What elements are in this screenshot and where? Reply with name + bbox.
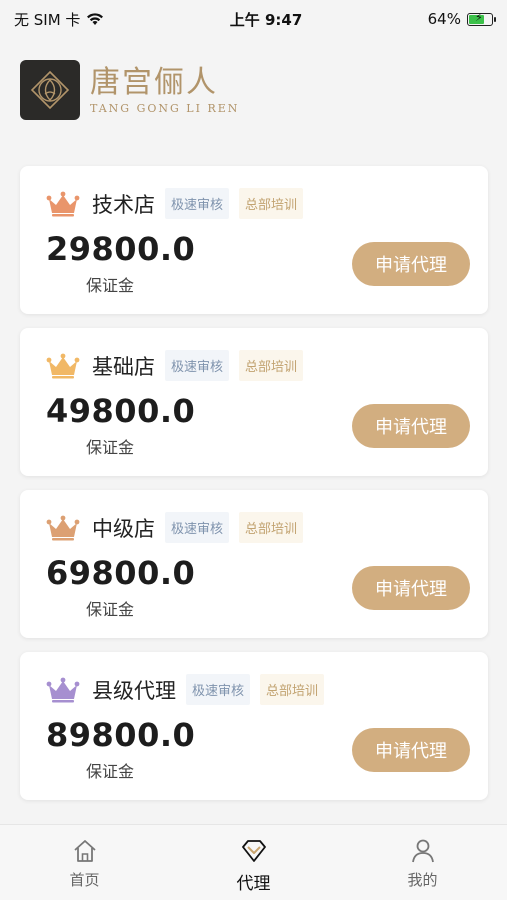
plan-card: 基础店 极速审核 总部培训 49800.0 保证金 申请代理 bbox=[20, 328, 488, 476]
brand-name-cn: 唐宫俪人 bbox=[90, 64, 218, 100]
plan-card: 技术店 极速审核 总部培训 29800.0 保证金 申请代理 bbox=[20, 166, 488, 314]
apply-agent-button[interactable]: 申请代理 bbox=[352, 566, 470, 610]
plan-title: 技术店 bbox=[92, 192, 155, 217]
plan-title: 县级代理 bbox=[92, 678, 176, 703]
hq-training-tag: 总部培训 bbox=[239, 188, 304, 219]
wifi-icon bbox=[87, 13, 104, 25]
tab-mine[interactable]: 我的 bbox=[363, 837, 483, 890]
plan-card: 县级代理 极速审核 总部培训 89800.0 保证金 申请代理 bbox=[20, 652, 488, 800]
tab-home[interactable]: 首页 bbox=[25, 837, 145, 890]
status-left: 无 SIM 卡 bbox=[14, 9, 104, 30]
hq-training-tag: 总部培训 bbox=[239, 512, 304, 543]
plan-price: 49800.0 bbox=[46, 392, 196, 430]
brand-header: 唐宫俪人 TANG GONG LI REN bbox=[20, 60, 239, 120]
hq-training-tag: 总部培训 bbox=[260, 674, 325, 705]
plan-title: 基础店 bbox=[92, 354, 155, 379]
user-icon bbox=[411, 839, 434, 863]
plan-price-label: 保证金 bbox=[86, 438, 135, 457]
status-right: 64% ⚡ bbox=[427, 10, 496, 28]
bottom-tab-bar: 首页 代理 我的 bbox=[0, 824, 507, 900]
plan-price-label: 保证金 bbox=[86, 762, 135, 781]
apply-agent-button[interactable]: 申请代理 bbox=[352, 242, 470, 286]
plan-price: 29800.0 bbox=[46, 230, 196, 268]
fast-review-tag: 极速审核 bbox=[165, 350, 230, 381]
brand-logo-icon bbox=[20, 60, 80, 120]
tab-agent-label: 代理 bbox=[236, 874, 271, 894]
hq-training-tag: 总部培训 bbox=[239, 350, 304, 381]
plan-title: 中级店 bbox=[92, 516, 155, 541]
plan-card-header: 基础店 极速审核 总部培训 bbox=[46, 350, 313, 381]
brand-name: 唐宫俪人 TANG GONG LI REN bbox=[90, 64, 240, 115]
tab-agent[interactable]: 代理 bbox=[194, 837, 314, 894]
tab-home-label: 首页 bbox=[69, 871, 100, 889]
battery-icon: ⚡ bbox=[466, 10, 496, 26]
fast-review-tag: 极速审核 bbox=[165, 188, 230, 219]
crown-icon bbox=[46, 515, 80, 540]
status-bar: 无 SIM 卡 上午 9:47 64% ⚡ bbox=[0, 0, 507, 38]
carrier-label: 无 SIM 卡 bbox=[14, 10, 81, 29]
plan-card-header: 中级店 极速审核 总部培训 bbox=[46, 512, 313, 543]
crown-icon bbox=[46, 677, 80, 702]
crown-icon bbox=[46, 191, 80, 216]
apply-agent-button[interactable]: 申请代理 bbox=[352, 728, 470, 772]
crown-icon bbox=[46, 353, 80, 378]
home-icon bbox=[73, 840, 96, 862]
agency-plan-list: 技术店 极速审核 总部培训 29800.0 保证金 申请代理 基础店 极速审核 … bbox=[20, 166, 488, 814]
tab-mine-label: 我的 bbox=[407, 871, 438, 889]
clock: 上午 9:47 bbox=[229, 10, 303, 29]
plan-price-label: 保证金 bbox=[86, 600, 135, 619]
plan-price-label: 保证金 bbox=[86, 276, 135, 295]
diamond-icon bbox=[241, 840, 266, 862]
plan-price: 89800.0 bbox=[46, 716, 196, 754]
plan-card-header: 技术店 极速审核 总部培训 bbox=[46, 188, 313, 219]
plan-price: 69800.0 bbox=[46, 554, 196, 592]
plan-card-header: 县级代理 极速审核 总部培训 bbox=[46, 674, 334, 705]
plan-card: 中级店 极速审核 总部培训 69800.0 保证金 申请代理 bbox=[20, 490, 488, 638]
fast-review-tag: 极速审核 bbox=[165, 512, 230, 543]
fast-review-tag: 极速审核 bbox=[186, 674, 251, 705]
brand-name-en: TANG GONG LI REN bbox=[90, 101, 240, 115]
charging-icon: ⚡ bbox=[474, 10, 483, 24]
battery-percent: 64% bbox=[427, 10, 461, 28]
apply-agent-button[interactable]: 申请代理 bbox=[352, 404, 470, 448]
